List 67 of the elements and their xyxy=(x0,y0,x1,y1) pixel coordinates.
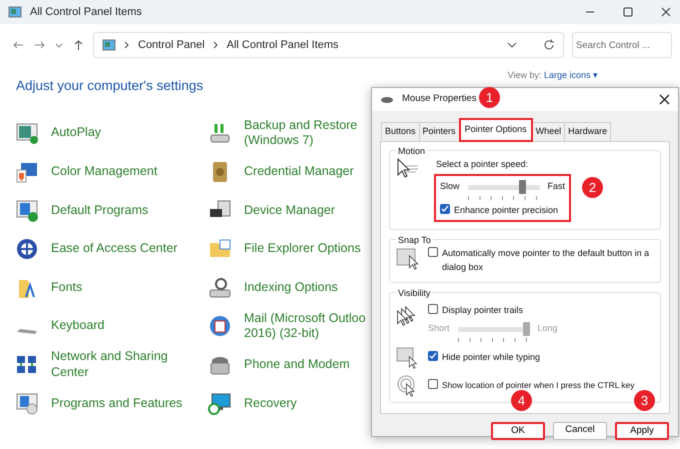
tab[interactable]: Hardware xyxy=(564,122,612,140)
control-panel-item-link[interactable]: Mail (Microsoft Outloo 2016) (32-bit) xyxy=(244,310,366,342)
dialog-title: Mouse Properties xyxy=(402,92,476,106)
slider-max-label: Fast xyxy=(548,180,566,193)
control-panel-item-link[interactable]: Programs and Features xyxy=(51,396,182,412)
control-panel-item-link[interactable]: Indexing Options xyxy=(244,280,338,296)
chevron-right-icon xyxy=(124,40,130,50)
checkbox-label: Enhance pointer precision xyxy=(454,204,558,217)
control-panel-item-link[interactable]: Credential Manager xyxy=(244,164,354,180)
checkbox[interactable] xyxy=(440,204,450,214)
pointer-icon xyxy=(396,158,420,180)
breadcrumb-link[interactable]: All Control Panel Items xyxy=(226,36,339,54)
chevron-right-icon xyxy=(212,40,219,50)
control-panel-item-link[interactable]: Device Manager xyxy=(244,202,336,218)
checkbox-label: Show location of pointer when I press the CTRL key xyxy=(442,379,634,392)
control-panel-item-link[interactable]: Ease of Access Center xyxy=(51,241,178,257)
close-icon[interactable] xyxy=(659,94,670,105)
checkbox[interactable] xyxy=(428,350,438,361)
control-panel-item-link[interactable]: File Explorer Options xyxy=(244,241,361,257)
dialog-button[interactable]: OK xyxy=(491,422,545,440)
checkbox-label: Display pointer trails xyxy=(442,304,524,317)
slider-min-label: Short xyxy=(428,322,450,335)
checkbox[interactable] xyxy=(428,379,438,390)
control-panel-item-link[interactable]: Phone and Modem xyxy=(244,357,350,373)
slider-min-label: Slow xyxy=(440,180,460,193)
breadcrumb-link[interactable]: Control Panel xyxy=(138,36,205,54)
tab[interactable]: Buttons xyxy=(381,122,420,140)
hide-pointer-icon xyxy=(396,346,420,370)
slider-thumb[interactable] xyxy=(519,180,526,194)
forward-icon[interactable] xyxy=(33,39,46,51)
control-panel-item-link[interactable]: Backup and Restore (Windows 7) xyxy=(244,118,358,149)
dialog-button[interactable]: Apply xyxy=(615,422,669,440)
dropdown-icon[interactable] xyxy=(507,40,517,50)
control-panel-item-link[interactable]: Color Management xyxy=(51,164,158,180)
search-field[interactable]: Search Control ... xyxy=(572,32,672,58)
checkbox-label: Hide pointer while typing xyxy=(442,350,540,364)
refresh-icon[interactable] xyxy=(543,39,555,51)
speed-label: Select a pointer speed: xyxy=(436,158,530,171)
control-panel-item-link[interactable]: Default Programs xyxy=(51,202,148,218)
close-icon[interactable] xyxy=(660,6,672,18)
control-panel-item-link[interactable]: Keyboard xyxy=(51,318,105,334)
window-title: All Control Panel Items xyxy=(30,4,143,20)
back-icon[interactable] xyxy=(12,39,25,51)
control-panel-item-link[interactable]: Network and Sharing Center xyxy=(51,349,168,380)
item-icon[interactable] xyxy=(15,237,39,262)
checkbox[interactable] xyxy=(428,247,438,257)
control-panel-item-link[interactable]: AutoPlay xyxy=(51,125,102,142)
control-panel-icon xyxy=(102,39,116,51)
mouse-icon xyxy=(380,96,394,104)
slider-max-label: Long xyxy=(538,322,558,335)
control-panel-icon xyxy=(8,6,22,18)
item-icon[interactable] xyxy=(208,391,232,416)
dialog-button[interactable]: Cancel xyxy=(553,422,607,440)
maximize-icon[interactable] xyxy=(622,6,634,18)
checkbox-label: Automatically move pointer to the default button in a dialog box xyxy=(442,247,650,274)
control-panel-item-link[interactable]: Recovery xyxy=(244,396,297,412)
group-title: Snap To xyxy=(396,234,433,247)
group-title: Visibility xyxy=(396,286,432,300)
control-panel-item-link[interactable]: Fonts xyxy=(51,280,82,296)
up-icon[interactable] xyxy=(72,39,85,51)
item-icon[interactable] xyxy=(208,276,232,300)
snap-pointer-icon xyxy=(396,247,420,271)
address-bar[interactable]: Control Panel All Control Panel Items xyxy=(93,32,564,58)
page-heading: Adjust your computer's settings xyxy=(16,76,204,95)
tab[interactable]: Pointer Options xyxy=(458,118,533,142)
view-by-menu[interactable]: View by: Large icons ▾ xyxy=(508,68,598,82)
checkbox[interactable] xyxy=(428,304,438,314)
